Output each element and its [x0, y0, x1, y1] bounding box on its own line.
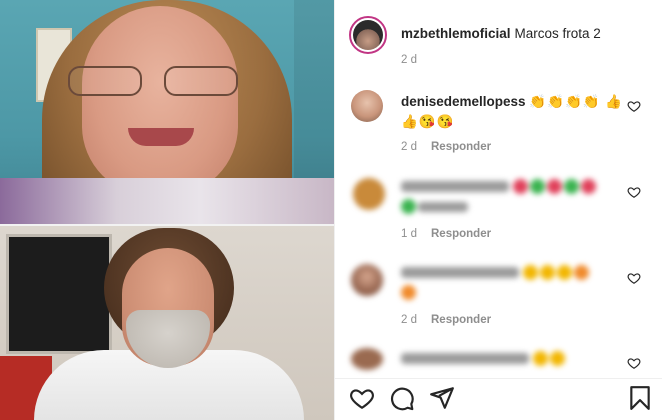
author-avatar-image: [353, 20, 383, 50]
reply-button[interactable]: Responder: [431, 141, 491, 153]
action-bar: [335, 378, 662, 420]
comment-body: [401, 178, 631, 218]
post-media[interactable]: [0, 0, 334, 420]
comment-icon[interactable]: [389, 385, 415, 411]
author-avatar[interactable]: [349, 16, 387, 54]
heart-icon[interactable]: [349, 385, 375, 411]
bookmark-icon[interactable]: [627, 385, 653, 411]
comment-avatar[interactable]: [353, 178, 385, 210]
green-heart-emoji: [401, 199, 416, 214]
comment-body: denisedemellopess 👏👏👏👏 👍👍😘😘: [401, 92, 631, 132]
comment-age: 2 d: [401, 141, 417, 153]
comments-panel: mzbethlemoficial Marcos frota 2 2 d denis…: [334, 0, 662, 420]
glasses-lens-right: [164, 66, 238, 96]
comment-meta: 1 d Responder: [401, 228, 491, 240]
dark-window: [6, 234, 112, 354]
like-comment-heart-icon[interactable]: [627, 99, 641, 113]
red-heart-emoji: [580, 179, 596, 194]
comment-avatar[interactable]: [351, 348, 383, 370]
clap-emoji: [549, 351, 565, 366]
clap-emoji: [532, 351, 548, 366]
clap-emoji: [556, 265, 572, 280]
emoji: [401, 285, 416, 300]
comment-avatar[interactable]: [351, 90, 383, 122]
post-age: 2 d: [401, 54, 417, 66]
like-comment-heart-icon[interactable]: [627, 356, 641, 370]
blurred-username: [401, 353, 529, 364]
comment-meta: 2 d Responder: [401, 141, 491, 153]
like-comment-heart-icon[interactable]: [627, 271, 641, 285]
woman-face: [82, 6, 238, 196]
video-pane-bottom: [0, 226, 334, 420]
comment-meta: 2 d Responder: [401, 314, 491, 326]
video-pane-top: [0, 0, 334, 226]
reply-button[interactable]: Responder: [431, 228, 491, 240]
red-heart-emoji: [512, 179, 528, 194]
comment-body: [401, 350, 631, 372]
blurred-username: [401, 181, 509, 192]
woman-mouth: [128, 128, 194, 146]
glasses-lens-left: [68, 66, 142, 96]
woman-shirt: [0, 178, 334, 226]
emoji: [573, 265, 589, 280]
share-icon[interactable]: [429, 385, 455, 411]
like-comment-heart-icon[interactable]: [627, 185, 641, 199]
green-heart-emoji: [529, 179, 545, 194]
comment-username[interactable]: denisedemellopess: [401, 94, 526, 109]
comment-body: [401, 264, 631, 304]
blurred-text: [418, 202, 468, 212]
post-caption: Marcos frota 2: [514, 26, 601, 41]
clap-emoji: [522, 265, 538, 280]
comment-age: 2 d: [401, 314, 417, 326]
glasses: [68, 66, 238, 96]
comment-age: 1 d: [401, 228, 417, 240]
author-username[interactable]: mzbethlemoficial: [401, 26, 511, 41]
reply-button[interactable]: Responder: [431, 314, 491, 326]
comment-avatar[interactable]: [351, 264, 383, 296]
blurred-username: [401, 267, 519, 278]
post-caption-line: mzbethlemoficial Marcos frota 2: [401, 26, 601, 41]
green-heart-emoji: [563, 179, 579, 194]
red-heart-emoji: [546, 179, 562, 194]
clap-emoji: [539, 265, 555, 280]
